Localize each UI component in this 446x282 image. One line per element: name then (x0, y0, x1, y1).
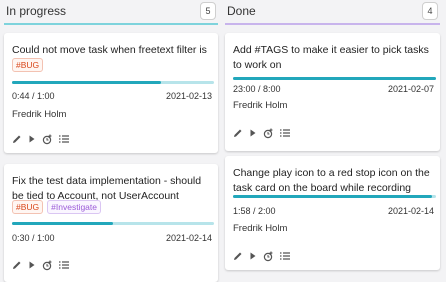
time-spent: 0:44 / 1:00 (12, 91, 55, 101)
column-underline (4, 23, 218, 25)
progress-fill (12, 222, 113, 225)
progress-bar (233, 77, 436, 80)
list-icon[interactable] (280, 129, 290, 137)
assignee-name: Fredrik Holm (12, 109, 67, 120)
column-done: Done 4 Add #TAGS to make it easier to pi… (225, 0, 440, 282)
tag-investigate[interactable]: #Investigate (47, 200, 101, 214)
time-spent: 1:58 / 2:00 (233, 206, 276, 216)
tag-list: #BUG #Investigate (12, 200, 101, 214)
due-date: 2021-02-07 (387, 84, 434, 94)
progress-bar (12, 222, 214, 225)
play-icon[interactable] (249, 128, 257, 138)
add-time-icon[interactable] (42, 134, 53, 145)
card-actions (233, 128, 290, 138)
progress-fill (233, 195, 432, 198)
column-header: Done 4 (225, 0, 440, 25)
progress-bar (12, 81, 214, 84)
task-card[interactable]: Could not move task when freetext filter… (4, 33, 218, 153)
list-icon[interactable] (59, 261, 69, 269)
tag-bug[interactable]: #BUG (12, 58, 44, 72)
progress-bar (233, 195, 436, 198)
time-spent: 23:00 / 8:00 (233, 84, 281, 94)
add-time-icon[interactable] (263, 251, 274, 262)
card-actions (12, 260, 69, 270)
column-underline (225, 23, 440, 25)
progress-fill (12, 81, 162, 84)
list-icon[interactable] (280, 252, 290, 260)
list-icon[interactable] (59, 135, 69, 143)
play-icon[interactable] (28, 134, 36, 144)
tag-bug[interactable]: #BUG (12, 200, 44, 214)
edit-icon[interactable] (12, 134, 22, 144)
task-title: Change play icon to a red stop icon on t… (233, 167, 430, 194)
time-spent: 0:30 / 1:00 (12, 233, 55, 243)
task-card[interactable]: Add #TAGS to make it easier to pick task… (225, 33, 440, 151)
column-header: In progress 5 (4, 0, 218, 25)
column-count-badge: 5 (200, 2, 216, 20)
assignee-name: Fredrik Holm (233, 223, 288, 234)
play-icon[interactable] (249, 251, 257, 261)
column-count-badge: 4 (422, 2, 438, 20)
edit-icon[interactable] (233, 128, 243, 138)
card-actions (12, 134, 69, 144)
due-date: 2021-02-14 (387, 206, 434, 216)
edit-icon[interactable] (12, 260, 22, 270)
due-date: 2021-02-14 (165, 233, 212, 243)
column-in-progress: In progress 5 Could not move task when f… (4, 0, 218, 282)
tag-list: #BUG (12, 58, 44, 72)
play-icon[interactable] (28, 260, 36, 270)
assignee-name: Fredrik Holm (233, 100, 288, 111)
column-title: In progress (6, 4, 67, 18)
task-title: Add #TAGS to make it easier to pick task… (233, 44, 429, 71)
edit-icon[interactable] (233, 251, 243, 261)
task-card[interactable]: Fix the test data implementation - shoul… (4, 164, 218, 282)
column-title: Done (227, 4, 256, 18)
add-time-icon[interactable] (42, 260, 53, 271)
card-actions (233, 251, 290, 261)
add-time-icon[interactable] (263, 128, 274, 139)
task-card[interactable]: Change play icon to a red stop icon on t… (225, 156, 440, 270)
progress-fill (233, 77, 436, 80)
due-date: 2021-02-13 (165, 91, 212, 101)
kanban-board: In progress 5 Could not move task when f… (0, 0, 446, 282)
